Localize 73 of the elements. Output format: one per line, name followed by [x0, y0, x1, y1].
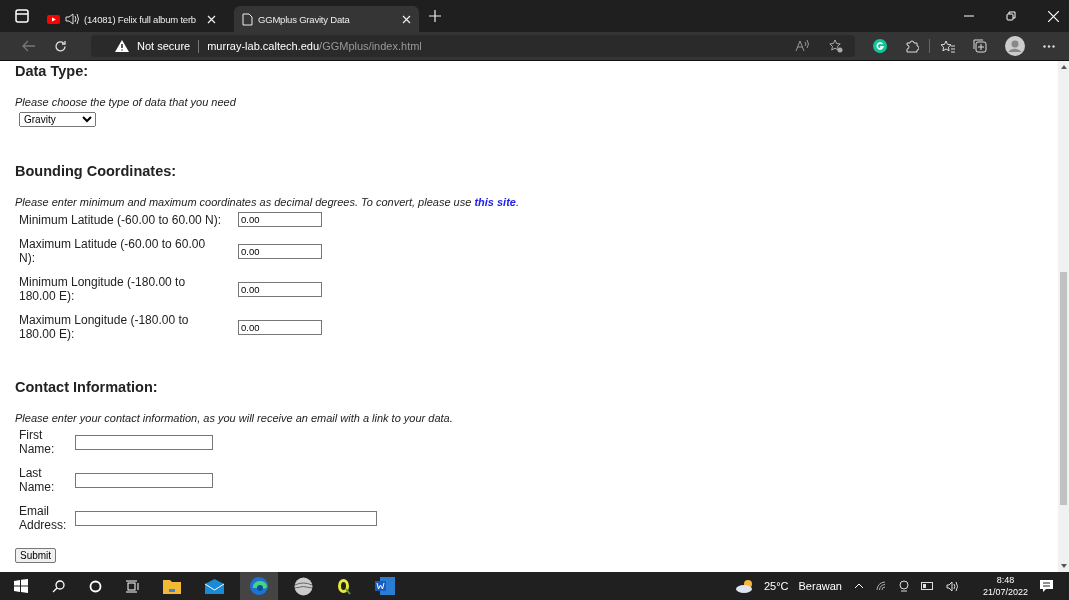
read-aloud-icon[interactable] — [795, 40, 809, 52]
field-label: Maximum Longitude (-180.00 to 180.00 E): — [19, 313, 190, 341]
field-label: Minimum Latitude (-60.00 to 60.00 N): — [19, 212, 223, 227]
url-text: murray-lab.caltech.edu/GGMplus/index.html — [207, 40, 422, 52]
weather-text[interactable]: Berawan — [798, 580, 842, 592]
section-description: Please enter minimum and maximum coordinates as decimal degrees. To convert, please use this site. — [15, 196, 520, 208]
video-logo-icon — [47, 14, 60, 24]
refresh-icon[interactable] — [54, 39, 67, 53]
clock-time[interactable]: 8:48 — [996, 574, 1015, 586]
input-field[interactable]: 0.00 — [238, 281, 322, 297]
clock-date[interactable]: 21/07/2022 — [982, 586, 1028, 598]
add-favorite-icon[interactable] — [829, 39, 843, 53]
circle-icon[interactable] — [89, 579, 102, 593]
scroll-up-icon[interactable] — [1060, 65, 1067, 69]
tab-title: GGMplus Gravity Data — [258, 13, 351, 25]
section-heading: Bounding Coordinates: — [15, 163, 178, 179]
section-description: Please choose the type of data that you need — [15, 96, 237, 108]
site-link[interactable]: this site — [474, 196, 516, 208]
field-label: Email Address: — [19, 504, 68, 532]
input-field[interactable]: 0.00 — [238, 212, 322, 227]
scroll-down-icon[interactable] — [1060, 564, 1067, 568]
chevron-up-icon[interactable] — [853, 583, 864, 589]
back-icon[interactable] — [22, 40, 36, 52]
cloud-sun-icon[interactable] — [735, 579, 754, 593]
close-icon[interactable] — [207, 14, 216, 24]
scrollbar-thumb[interactable] — [1060, 271, 1067, 505]
browser-taskbar-icon[interactable] — [240, 572, 278, 600]
tab-actions-icon[interactable] — [15, 9, 29, 23]
input-field[interactable]: 0.00 — [238, 319, 322, 335]
warning-icon — [115, 40, 129, 52]
page-icon — [242, 12, 253, 26]
close-icon[interactable] — [402, 14, 411, 24]
favorites-icon[interactable] — [940, 39, 955, 53]
puzzle-icon[interactable] — [905, 39, 919, 53]
security-label[interactable]: Not secure — [137, 40, 191, 52]
address-bar[interactable]: Not secure murray-lab.caltech.edu/GGMplus/index.html — [91, 35, 855, 57]
tab-title: (14081) Felix full album terb — [84, 13, 197, 25]
profile-avatar-icon[interactable] — [1005, 36, 1025, 56]
input-field[interactable] — [75, 472, 213, 488]
section-heading: Contact Information: — [15, 379, 159, 395]
section-description: Please enter your contact information, as you will receive an email with a link to your data. — [15, 412, 454, 424]
input-field[interactable]: 0.00 — [238, 243, 322, 259]
windows-start-icon[interactable] — [14, 579, 28, 593]
wifi-icon[interactable] — [875, 581, 887, 591]
speaker-icon[interactable] — [65, 13, 79, 25]
field-label: First Name: — [19, 428, 56, 456]
new-tab-icon[interactable] — [429, 10, 441, 22]
browser-tab[interactable]: GGMplus Gravity Data — [234, 6, 419, 32]
volume-icon[interactable] — [945, 580, 959, 592]
task-view-icon[interactable] — [126, 579, 139, 593]
section-heading: Data Type: — [15, 63, 90, 79]
input-field[interactable] — [75, 510, 377, 526]
temperature-text[interactable]: 25°C — [763, 580, 789, 592]
submit-button[interactable]: Submit — [15, 548, 57, 563]
field-label: Minimum Longitude (-180.00 to 180.00 E): — [19, 275, 187, 303]
mail-icon[interactable] — [205, 578, 224, 594]
field-label: Maximum Latitude (-60.00 to 60.00 N): — [19, 237, 207, 265]
notification-icon[interactable] — [1040, 579, 1053, 593]
collections-icon[interactable] — [973, 39, 987, 53]
browser-tab[interactable]: (14081) Felix full album terb — [39, 6, 224, 32]
data-type-dropdown[interactable]: Gravity — [19, 112, 96, 127]
search-icon[interactable] — [52, 579, 65, 593]
extension-logo-icon[interactable] — [873, 39, 887, 53]
battery-icon[interactable] — [920, 582, 934, 590]
globe-icon[interactable] — [294, 576, 313, 596]
restore-icon[interactable] — [1006, 11, 1016, 21]
input-field[interactable] — [75, 434, 213, 450]
more-icon[interactable] — [1043, 44, 1055, 48]
q-logo-icon[interactable] — [337, 577, 351, 595]
folder-icon[interactable] — [163, 578, 181, 594]
webcam-icon[interactable] — [898, 580, 909, 592]
field-label: Last Name: — [19, 466, 56, 494]
document-app-icon[interactable] — [375, 577, 395, 595]
